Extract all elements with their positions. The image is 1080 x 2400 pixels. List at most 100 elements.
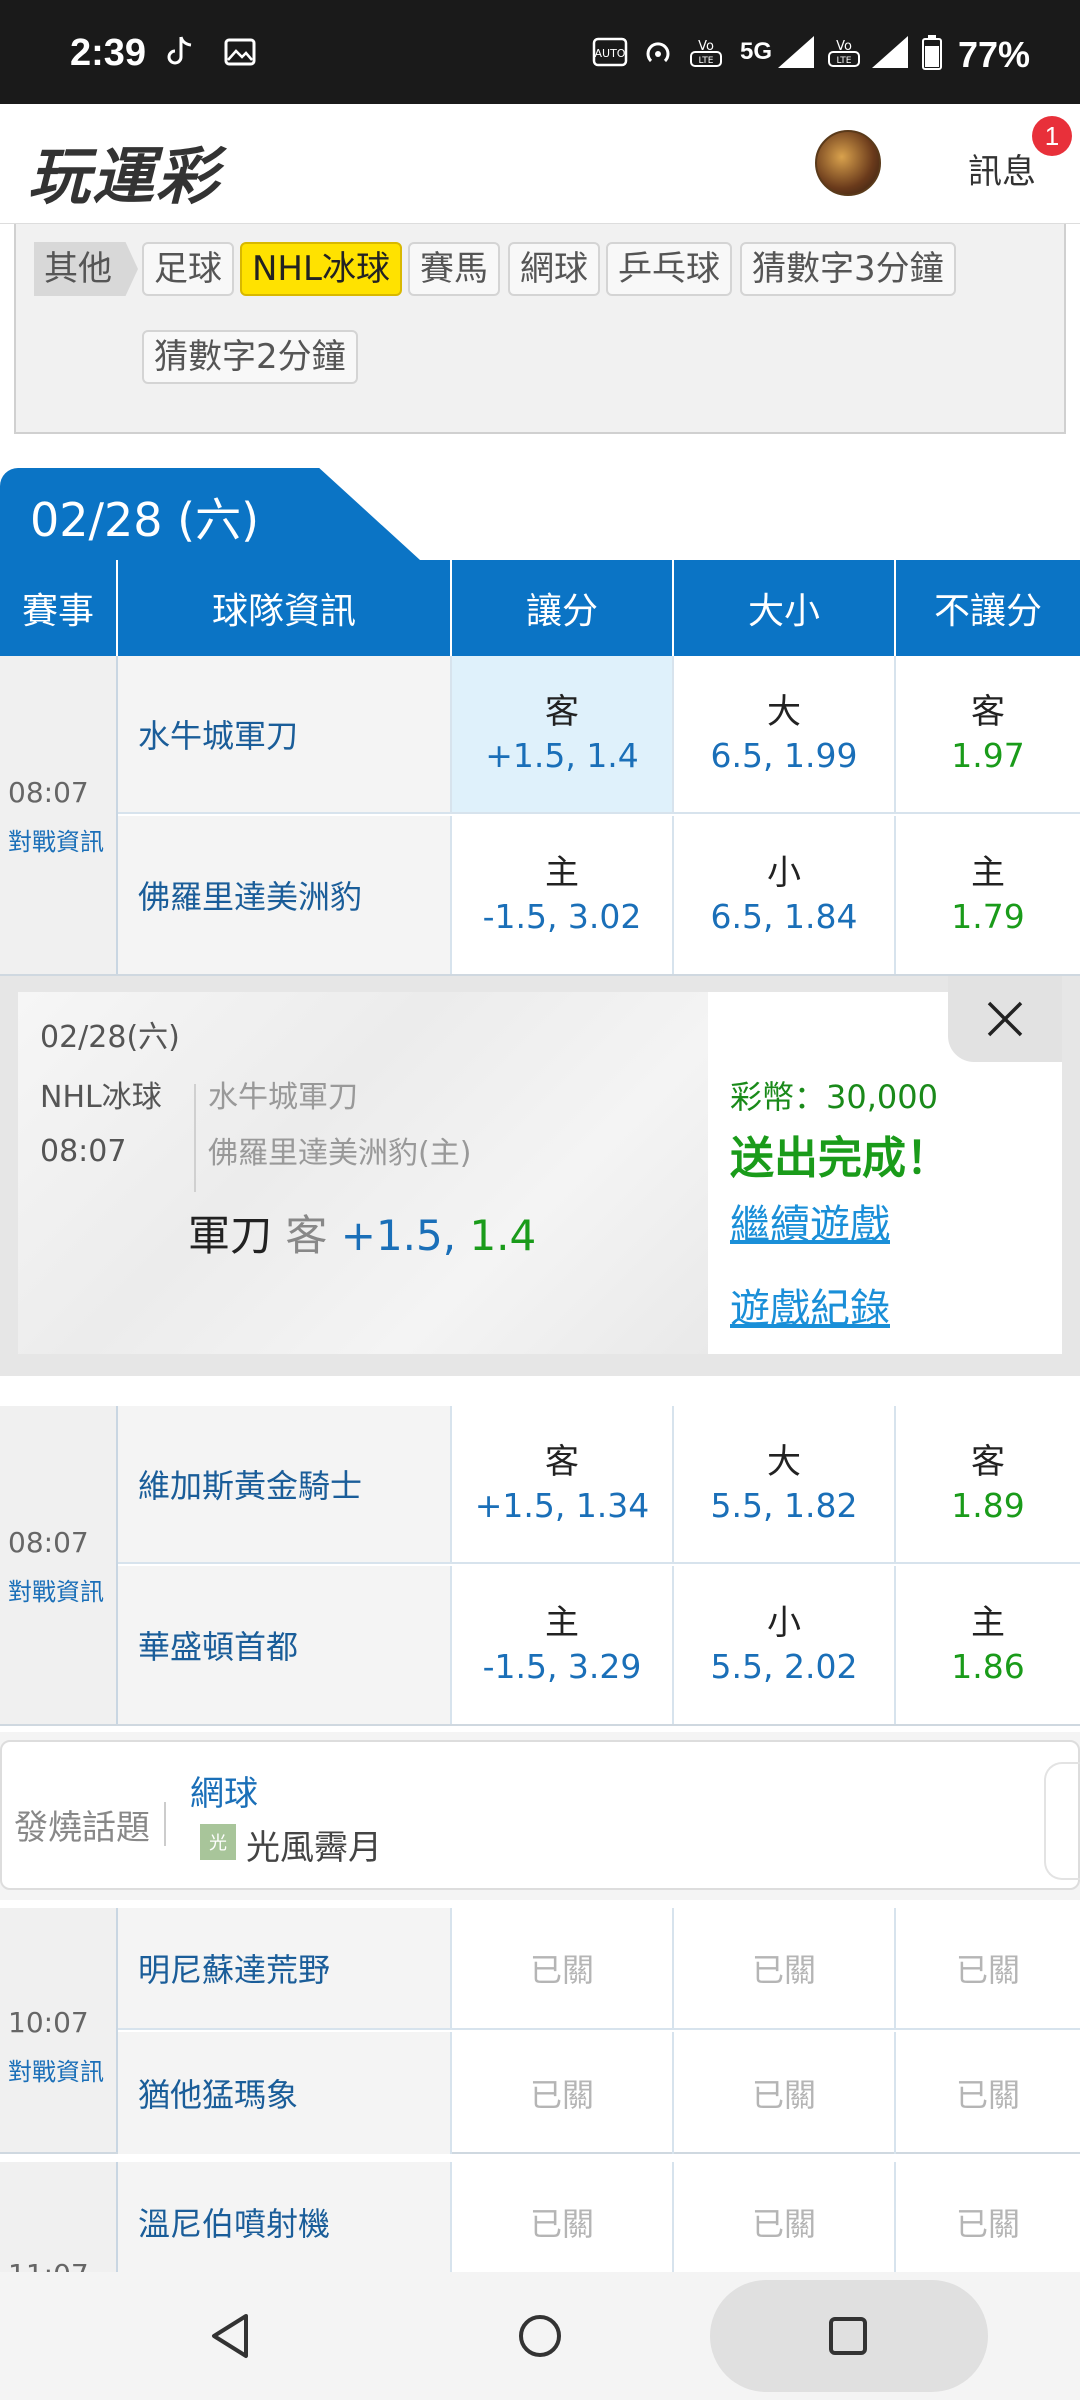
moneyline-odds-cell[interactable]: 主 1.86 (896, 1566, 1080, 1724)
auto-hz-icon: AUTO (590, 34, 630, 70)
total-odds-cell[interactable]: 大 6.5, 1.99 (674, 656, 896, 812)
moneyline-odds-cell[interactable]: 客 1.89 (896, 1406, 1080, 1562)
total-odds-cell: 已關 (674, 1908, 896, 2028)
side-label: 客 (971, 692, 1005, 732)
messages-button[interactable]: 訊息 (968, 144, 1036, 193)
battery-level: 77% (957, 34, 1030, 75)
team-name[interactable]: 水牛城軍刀 (118, 656, 452, 812)
side-label: 小 (767, 853, 801, 893)
closed-label: 已關 (529, 2205, 594, 2243)
total-odds-cell[interactable]: 大 5.5, 1.82 (674, 1406, 896, 1562)
closed-label: 已關 (955, 2076, 1020, 2114)
bet-confirmation-area: 02/28(六) NHL冰球 08:07 水牛城軍刀 佛羅里達美洲豹(主) 軍刀… (0, 976, 1080, 1376)
hot-topic-label: 發燒話題 (14, 1808, 150, 1848)
matchup-info-link[interactable]: 對戰資訊 (8, 2052, 104, 2087)
matchup-info-link[interactable]: 對戰資訊 (8, 1572, 104, 1607)
battery-icon (912, 34, 952, 70)
odds-value: 1.79 (951, 897, 1025, 936)
hot-topic-category[interactable]: 網球 (190, 1766, 258, 1815)
hot-topic-bar: 發燒話題 網球 光 光風霽月 (0, 1732, 1080, 1900)
svg-text:Vo: Vo (836, 39, 852, 54)
category-soccer[interactable]: 足球 (142, 242, 234, 296)
spread-odds-cell[interactable]: 客 +1.5, 1.4 (452, 656, 674, 812)
total-odds-cell[interactable]: 小 6.5, 1.84 (674, 816, 896, 974)
game-time: 08:07 (8, 776, 89, 809)
game-time: 08:07 (8, 1526, 89, 1559)
moneyline-odds-cell[interactable]: 客 1.97 (896, 656, 1080, 812)
network-type: 5G (739, 38, 772, 65)
bet-odds: 1.4 (469, 1211, 537, 1260)
bet-away-team: 水牛城軍刀 (208, 1080, 358, 1115)
hot-topic-scroll-handle[interactable] (1044, 1762, 1080, 1880)
side-label: 主 (545, 1603, 579, 1643)
spread-odds-cell: 已關 (452, 2162, 674, 2272)
bet-team: 軍刀 (188, 1211, 273, 1260)
app-logo[interactable]: 玩運彩 (28, 126, 220, 216)
odds-value: 1.86 (951, 1647, 1025, 1686)
game-row: 08:07 對戰資訊 水牛城軍刀 客 +1.5, 1.4 大 6.5, 1.99… (0, 656, 1080, 976)
team-name[interactable]: 猶他猛瑪象 (118, 2032, 452, 2154)
bet-league: NHL冰球 (40, 1080, 162, 1115)
status-time: 2:39 (70, 32, 147, 74)
hot-topic-card[interactable]: 發燒話題 網球 光 光風霽月 (0, 1740, 1080, 1890)
col-spread: 讓分 (452, 560, 674, 656)
game-time-column: 10:07 對戰資訊 (0, 1908, 118, 2152)
category-table-tennis[interactable]: 乒乓球 (606, 242, 732, 296)
spread-odds-cell[interactable]: 主 -1.5, 3.29 (452, 1566, 674, 1724)
hot-topic-title[interactable]: 光風霽月 (246, 1820, 382, 1869)
close-icon (987, 1001, 1023, 1037)
col-team-info: 球隊資訊 (118, 560, 452, 656)
category-tennis[interactable]: 網球 (508, 242, 600, 296)
volte-icon-2: Vo LTE (824, 34, 864, 70)
spread-odds-cell[interactable]: 主 -1.5, 3.02 (452, 816, 674, 974)
user-avatar[interactable] (815, 130, 881, 196)
total-odds-cell: 已關 (674, 2032, 896, 2154)
home-icon (519, 2315, 561, 2357)
col-moneyline: 不讓分 (933, 591, 1042, 632)
coins-balance: 彩幣：30,000 (730, 1078, 938, 1116)
team-row-home: 猶他猛瑪象 已關 已關 已關 (118, 2032, 1080, 2154)
game-time-column: 08:07 對戰資訊 (0, 1406, 118, 1724)
category-horse-racing[interactable]: 賽馬 (408, 242, 500, 296)
close-panel-button[interactable] (948, 976, 1062, 1062)
side-label: 客 (545, 692, 579, 732)
game-row: 11:07 溫尼伯噴射機 已關 已關 已關 (0, 2162, 1080, 2272)
spread-odds-cell: 已關 (452, 1908, 674, 2028)
team-name[interactable]: 佛羅里達美洲豹 (118, 816, 452, 974)
team-name[interactable]: 維加斯黃金騎士 (118, 1406, 452, 1562)
svg-text:Vo: Vo (698, 39, 714, 54)
spread-odds-cell[interactable]: 客 +1.5, 1.34 (452, 1406, 674, 1562)
home-button[interactable] (500, 2296, 580, 2376)
continue-game-link[interactable]: 繼續遊戲 (730, 1192, 890, 1250)
svg-text:LTE: LTE (837, 56, 852, 66)
bet-confirmation-panel: 02/28(六) NHL冰球 08:07 水牛城軍刀 佛羅里達美洲豹(主) 軍刀… (18, 976, 1062, 1354)
closed-label: 已關 (529, 1951, 594, 1989)
game-records-link[interactable]: 遊戲紀錄 (730, 1276, 890, 1334)
odds-value: -1.5, 3.02 (482, 897, 642, 936)
bet-divider (194, 1084, 196, 1192)
side-label: 客 (545, 1442, 579, 1482)
moneyline-odds-cell: 已關 (896, 2032, 1080, 2154)
closed-label: 已關 (955, 2205, 1020, 2243)
total-odds-cell[interactable]: 小 5.5, 2.02 (674, 1566, 896, 1724)
back-button[interactable] (190, 2296, 270, 2376)
closed-label: 已關 (751, 1951, 816, 1989)
team-row-away: 維加斯黃金騎士 客 +1.5, 1.34 大 5.5, 1.82 客 1.89 (118, 1406, 1080, 1564)
category-guess-2min[interactable]: 猜數字2分鐘 (142, 330, 358, 384)
matchup-info-link[interactable]: 對戰資訊 (8, 822, 104, 857)
closed-label: 已關 (751, 2076, 816, 2114)
side-label: 主 (971, 853, 1005, 893)
date-tab[interactable]: 02/28 (六) (0, 468, 420, 560)
category-nhl[interactable]: NHL冰球 (240, 242, 402, 296)
recents-button[interactable] (808, 2296, 888, 2376)
category-guess-3min[interactable]: 猜數字3分鐘 (740, 242, 956, 296)
moneyline-odds-cell[interactable]: 主 1.79 (896, 816, 1080, 974)
app-header: 玩運彩 訊息 1 (0, 104, 1080, 224)
odds-value: 6.5, 1.84 (710, 897, 858, 936)
side-label: 主 (545, 853, 579, 893)
team-name[interactable]: 明尼蘇達荒野 (118, 1908, 452, 2028)
odds-value: +1.5, 1.34 (474, 1486, 650, 1525)
team-name[interactable]: 華盛頓首都 (118, 1566, 452, 1724)
team-name[interactable]: 溫尼伯噴射機 (118, 2162, 452, 2272)
moneyline-odds-cell: 已關 (896, 1908, 1080, 2028)
